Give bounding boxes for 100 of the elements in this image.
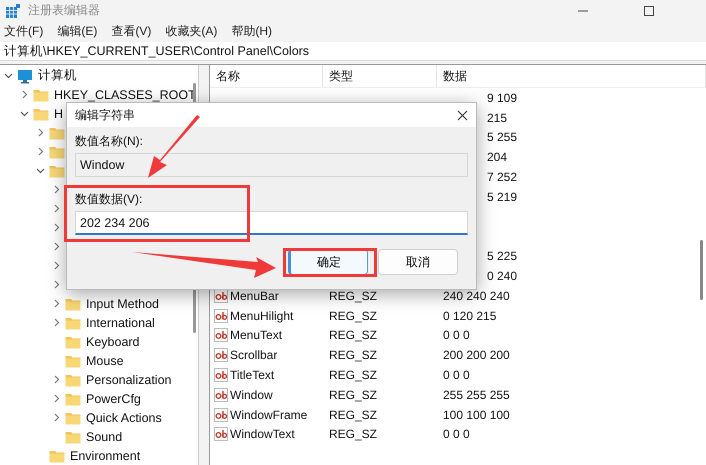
- value-type: REG_SZ: [328, 288, 378, 303]
- value-name[interactable]: Window: [230, 388, 273, 402]
- tree-item[interactable]: Mouse: [86, 354, 124, 368]
- chevron-right-icon[interactable]: [20, 90, 29, 99]
- chevron-right-icon[interactable]: [52, 223, 61, 232]
- tree-item[interactable]: Keyboard: [86, 334, 140, 348]
- chevron-right-icon[interactable]: [52, 413, 61, 422]
- folder-icon: [33, 106, 49, 120]
- value-data: 204: [487, 150, 508, 164]
- value-data: 215: [487, 110, 508, 125]
- tree-item[interactable]: HKEY_CLASSES_ROOT: [54, 88, 196, 102]
- tree-item[interactable]: PowerCfg: [86, 392, 141, 406]
- string-value-icon: [214, 408, 228, 422]
- value-type: REG_SZ: [328, 368, 378, 382]
- folder-icon: [65, 372, 81, 386]
- string-value-icon: [214, 427, 228, 442]
- tree-item[interactable]: Input Method: [86, 296, 159, 310]
- registry-app-icon: [6, 4, 20, 18]
- menu-item[interactable]: 查看(V): [111, 22, 152, 40]
- chevron-right-icon[interactable]: [52, 280, 61, 289]
- field-label: 数值名称(N):: [75, 134, 144, 148]
- value-data-field[interactable]: 202 234 206: [75, 211, 468, 235]
- chevron-right-icon[interactable]: [36, 147, 45, 156]
- value-data: 255 255 255: [442, 388, 511, 402]
- dialog-title: 编辑字符串: [75, 106, 135, 124]
- menu-item[interactable]: 收藏夹(A): [165, 22, 218, 40]
- chevron-right-icon[interactable]: [52, 375, 61, 384]
- folder-icon: [65, 316, 81, 330]
- string-value-icon: [214, 368, 228, 382]
- value-name[interactable]: MenuText: [230, 328, 282, 342]
- column-header[interactable]: 类型: [323, 65, 437, 87]
- folder-icon: [65, 430, 81, 444]
- value-data: 5 219: [487, 190, 518, 204]
- chevron-right-icon[interactable]: [52, 261, 61, 270]
- folder-icon: [33, 88, 49, 102]
- folder-icon: [65, 296, 81, 310]
- folder-icon: [49, 126, 65, 140]
- menu-item[interactable]: 编辑(E): [57, 22, 98, 40]
- value-type: REG_SZ: [328, 408, 378, 422]
- value-data: 0 240: [487, 269, 518, 284]
- maximize-icon[interactable]: [644, 6, 654, 16]
- value-data: 9 109: [487, 90, 518, 105]
- value-name[interactable]: Scrollbar: [230, 348, 278, 362]
- value-data: 7 252: [487, 170, 518, 184]
- value-name[interactable]: TitleText: [230, 368, 274, 382]
- tree-item[interactable]: 计算机: [38, 67, 77, 84]
- value-type: REG_SZ: [328, 328, 378, 342]
- tree-item[interactable]: H: [54, 106, 64, 120]
- chevron-down-icon[interactable]: [20, 109, 29, 118]
- field-label: 数值数据(V):: [75, 192, 144, 206]
- folder-icon: [49, 448, 65, 462]
- column-header[interactable]: 名称: [210, 65, 323, 87]
- folder-icon: [49, 164, 65, 178]
- chevron-right-icon[interactable]: [52, 299, 61, 308]
- string-value-icon: [214, 308, 228, 323]
- value-name[interactable]: WindowFrame: [230, 408, 308, 422]
- value-name-field[interactable]: Window: [75, 153, 468, 177]
- tree-item[interactable]: Personalization: [86, 372, 172, 386]
- value-name[interactable]: WindowText: [230, 427, 295, 442]
- value-name[interactable]: MenuHilight: [230, 308, 294, 323]
- value-type: REG_SZ: [328, 427, 378, 442]
- value-data: 200 200 200: [442, 348, 511, 362]
- chevron-right-icon[interactable]: [52, 318, 61, 327]
- tree-item[interactable]: International: [86, 316, 155, 330]
- scrollbar-thumb[interactable]: [700, 240, 703, 300]
- tree-item[interactable]: Quick Actions: [86, 410, 162, 424]
- value-type: REG_SZ: [328, 348, 378, 362]
- string-value-icon: [214, 348, 228, 362]
- value-data: 0 0 0: [442, 427, 471, 442]
- folder-icon: [65, 334, 81, 348]
- chevron-right-icon[interactable]: [52, 204, 61, 213]
- string-value-icon: [214, 328, 228, 342]
- tree-item[interactable]: Sound: [86, 430, 122, 444]
- chevron-right-icon[interactable]: [52, 185, 61, 194]
- tree-item[interactable]: Environment: [70, 448, 140, 462]
- annotation-arrow: [148, 115, 200, 178]
- window-title: 注册表编辑器: [28, 2, 100, 20]
- string-value-icon: [214, 388, 228, 402]
- value-name[interactable]: MenuBar: [230, 288, 279, 303]
- menu-item[interactable]: 帮助(H): [231, 22, 272, 40]
- address-bar[interactable]: 计算机\HKEY_CURRENT_USER\Control Panel\Colors: [0, 42, 706, 61]
- chevron-down-icon[interactable]: [4, 71, 13, 80]
- close-icon[interactable]: [457, 110, 468, 120]
- computer-icon: [17, 68, 33, 84]
- folder-icon: [49, 144, 65, 158]
- chevron-down-icon[interactable]: [36, 166, 45, 175]
- value-data: 0 120 215: [442, 308, 498, 323]
- value-data: 5 255: [487, 130, 518, 144]
- folder-icon: [65, 354, 81, 368]
- value-type: REG_SZ: [328, 308, 378, 323]
- chevron-right-icon[interactable]: [52, 394, 61, 403]
- value-data: 0 0 0: [442, 328, 471, 342]
- value-type: REG_SZ: [328, 388, 378, 402]
- menu-item[interactable]: 文件(F): [4, 22, 44, 40]
- cancel-button[interactable]: 取消: [378, 249, 458, 275]
- column-header[interactable]: 数据: [437, 65, 706, 87]
- folder-icon: [65, 410, 81, 424]
- chevron-right-icon[interactable]: [52, 242, 61, 251]
- chevron-right-icon[interactable]: [36, 128, 45, 137]
- value-data: 100 100 100: [442, 408, 511, 422]
